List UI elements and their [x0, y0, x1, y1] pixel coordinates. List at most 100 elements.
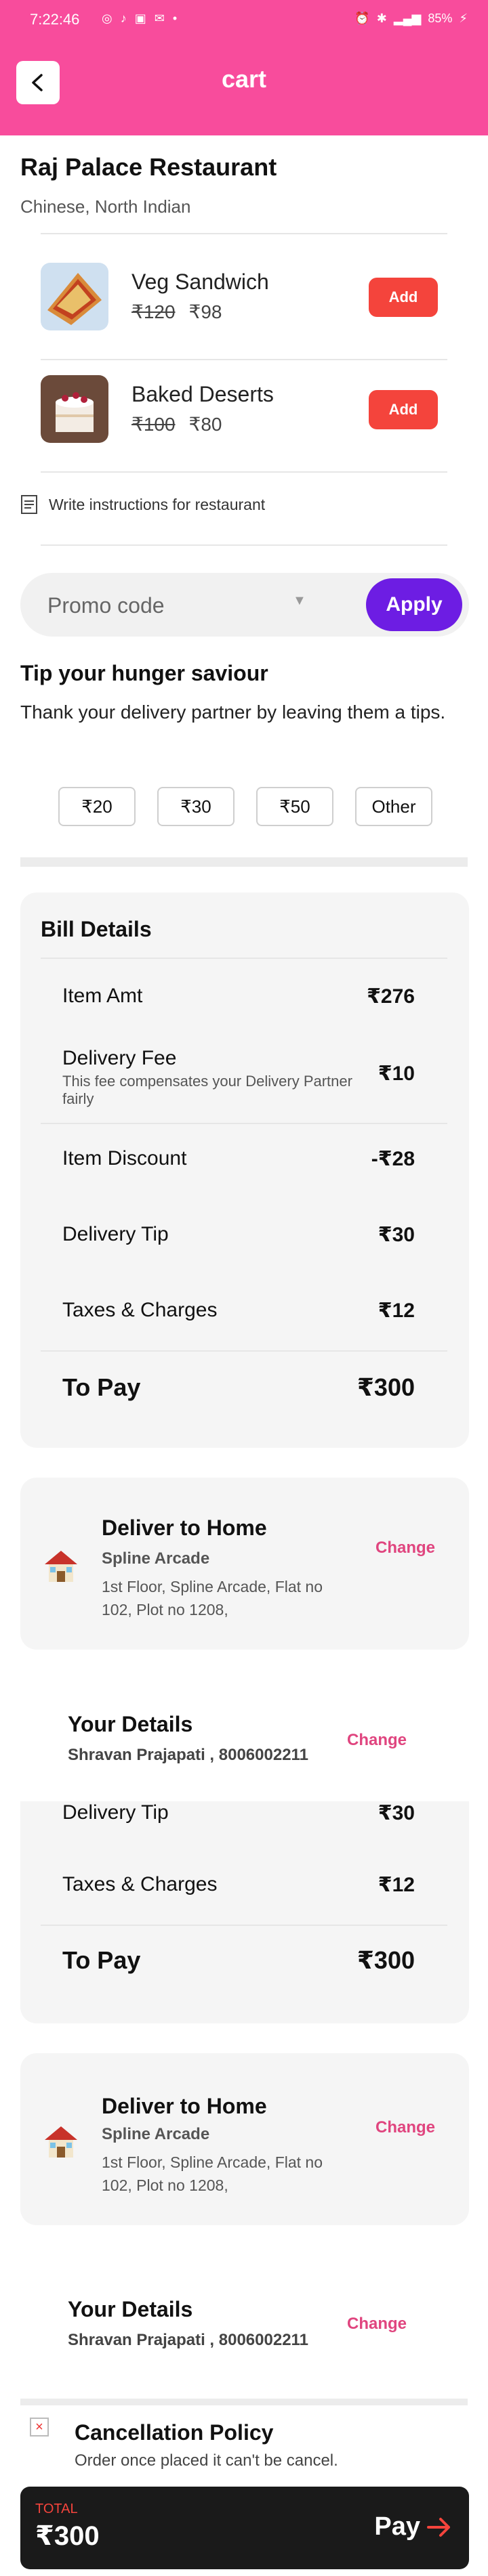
tip-title: Tip your hunger saviour [20, 661, 268, 685]
divider [41, 1350, 447, 1352]
bill-value: ₹12 [378, 1874, 415, 1896]
house-icon [45, 1551, 77, 1582]
tip-options: ₹20 ₹30 ₹50 Other [58, 787, 432, 826]
bill-value: ₹30 [378, 1802, 415, 1824]
bill-value: ₹30 [378, 1224, 415, 1246]
tip-option[interactable]: ₹20 [58, 787, 136, 826]
dot-icon: • [172, 12, 178, 25]
bill-value: ₹10 [378, 1062, 415, 1085]
divider [41, 233, 447, 234]
bill-details-card-repeat: Delivery Tip ₹30 Taxes & Charges ₹12 To … [20, 1801, 469, 2023]
bill-label: To Pay [62, 1373, 141, 1401]
instructions-row[interactable]: Write instructions for restaurant [20, 494, 265, 515]
deliver-place: Spline Arcade [102, 1549, 210, 1568]
details-title: Your Details [68, 1712, 193, 1736]
restaurant-cuisine: Chinese, North Indian [20, 196, 191, 217]
deliver-address: 1st Floor, Spline Arcade, Flat no 102, P… [102, 2153, 323, 2194]
bill-value: ₹12 [378, 1300, 415, 1322]
sandwich-image [41, 263, 108, 330]
change-details-link[interactable]: Change [347, 2315, 407, 2334]
pay-button-label: Pay [374, 2512, 420, 2541]
app-bar: cart [0, 41, 488, 135]
add-button[interactable]: Add [369, 390, 438, 429]
arrow-right-icon [427, 2518, 450, 2537]
delivery-address-card: Deliver to Home Spline Arcade 1st Floor,… [20, 1478, 469, 1650]
promo-placeholder: Promo code [47, 593, 165, 618]
apply-button[interactable]: Apply [366, 578, 462, 631]
details-title: Your Details [68, 2297, 193, 2321]
bill-label: Taxes & Charges [62, 1873, 218, 1895]
bill-value: ₹300 [357, 1373, 415, 1401]
bluetooth-icon: ✱ [376, 12, 387, 25]
deliver-place: Spline Arcade [102, 2125, 210, 2143]
cancel-icon: × [30, 2418, 49, 2437]
bill-label: To Pay [62, 1946, 141, 1974]
tip-option[interactable]: ₹30 [157, 787, 235, 826]
add-button[interactable]: Add [369, 278, 438, 317]
cart-item: Baked Deserts ₹100 ₹80 Add [41, 370, 447, 451]
bill-sub: This fee compensates your Delivery Partn… [62, 1073, 352, 1107]
delivery-address-card-repeat: Deliver to Home Spline Arcade 1st Floor,… [20, 2053, 469, 2225]
caret-down-icon: ▼ [293, 593, 306, 608]
section-divider [20, 857, 468, 867]
total-value: ₹300 [35, 2521, 100, 2551]
promo-code-field[interactable]: Promo code ▼ Apply [20, 573, 469, 637]
item-old-price: ₹100 [131, 414, 176, 435]
item-price-row: ₹120 ₹98 [131, 301, 222, 323]
section-divider [20, 2399, 468, 2405]
bill-value: -₹28 [371, 1148, 415, 1170]
cart-item: Veg Sandwich ₹120 ₹98 Add [41, 257, 447, 339]
tip-description: Thank your delivery partner by leaving t… [20, 702, 446, 723]
item-price: ₹98 [188, 301, 222, 322]
total-label: TOTAL [35, 2502, 78, 2516]
bill-label: Delivery Fee [62, 1047, 177, 1069]
restaurant-name: Raj Palace Restaurant [20, 153, 277, 181]
bill-label: Item Amt [62, 985, 143, 1007]
note-icon [21, 495, 37, 514]
bill-value: ₹300 [357, 1946, 415, 1974]
bill-title: Bill Details [41, 917, 152, 941]
page-title: cart [221, 65, 267, 93]
alarm-icon: ⏰ [354, 12, 370, 25]
change-address-link[interactable]: Change [375, 2118, 435, 2137]
bill-label: Item Discount [62, 1147, 187, 1169]
details-info: Shravan Prajapati , 8006002211 [68, 1746, 308, 1764]
item-name: Baked Deserts [131, 382, 274, 406]
divider [41, 359, 447, 360]
details-info: Shravan Prajapati , 8006002211 [68, 2331, 308, 2349]
item-price-row: ₹100 ₹80 [131, 413, 222, 435]
bill-label: Delivery Tip [62, 1223, 169, 1245]
status-bar: 7:22:46 ◎ ♪ ▣ ✉ • ⏰ ✱ ▂▄▆ 85% ⚡ [0, 0, 488, 41]
bill-details-card: Bill Details Item Amt ₹276 Delivery Fee … [20, 893, 469, 1448]
divider [41, 1123, 447, 1124]
divider [41, 958, 447, 959]
change-details-link[interactable]: Change [347, 1731, 407, 1750]
instructions-label: Write instructions for restaurant [49, 495, 266, 513]
divider [41, 544, 447, 546]
gmail-icon: ✉ [154, 12, 165, 25]
tiktok-icon: ♪ [120, 12, 127, 25]
charging-icon: ⚡ [459, 12, 468, 25]
deliver-title: Deliver to Home [102, 2094, 267, 2118]
house-icon [45, 2126, 77, 2158]
battery-text: 85% [428, 12, 453, 25]
tip-option[interactable]: Other [355, 787, 432, 826]
notification-icons: ◎ ♪ ▣ ✉ • [102, 12, 177, 26]
item-price: ₹80 [188, 414, 222, 435]
pay-bar[interactable]: TOTAL ₹300 Pay [20, 2487, 469, 2569]
change-address-link[interactable]: Change [375, 1539, 435, 1558]
cancellation-description: Order once placed it can't be cancel. [75, 2451, 338, 2470]
tip-option[interactable]: ₹50 [256, 787, 333, 826]
deliver-title: Deliver to Home [102, 1516, 267, 1540]
deliver-address: 1st Floor, Spline Arcade, Flat no 102, P… [102, 1578, 323, 1618]
bill-value: ₹276 [367, 985, 415, 1008]
signal-icon: ▂▄▆ [393, 12, 422, 25]
status-time: 7:22:46 [30, 11, 80, 28]
divider [41, 471, 447, 473]
whatsapp-icon: ◎ [102, 12, 113, 25]
cancellation-title: Cancellation Policy [75, 2420, 274, 2445]
youtube-icon: ▣ [134, 12, 146, 25]
bill-label: Delivery Tip [62, 1801, 169, 1824]
divider [41, 1925, 447, 1926]
item-old-price: ₹120 [131, 301, 176, 322]
